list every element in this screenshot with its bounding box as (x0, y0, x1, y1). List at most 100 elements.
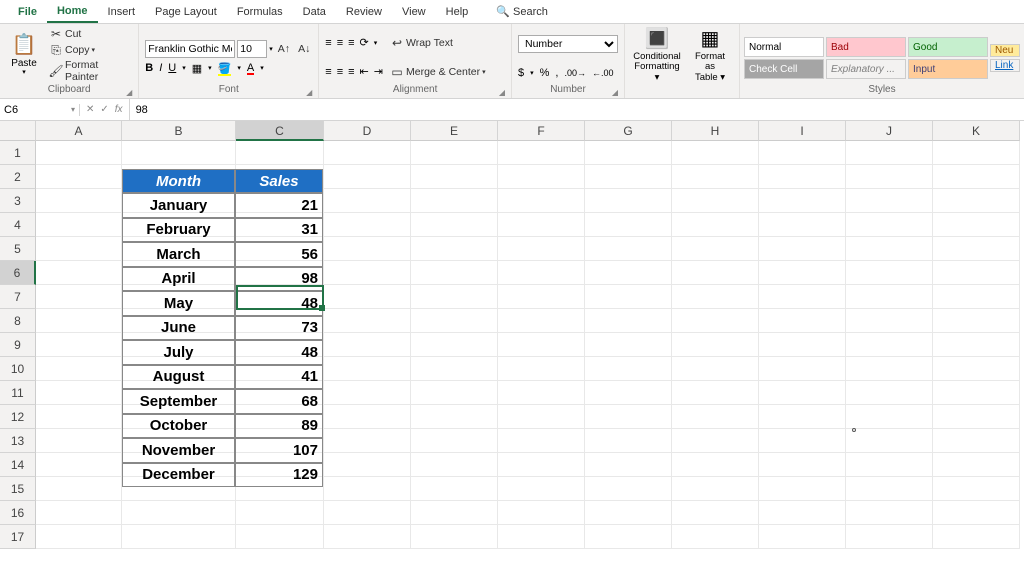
cell[interactable] (585, 381, 672, 405)
cell[interactable] (585, 429, 672, 453)
cell[interactable] (846, 453, 933, 477)
cell-sales[interactable]: 31 (235, 218, 323, 243)
col-header-C[interactable]: C (236, 121, 324, 141)
cell[interactable] (585, 453, 672, 477)
number-format-selector[interactable]: Number (518, 35, 618, 53)
cell[interactable] (36, 189, 122, 213)
cell-sales[interactable]: 48 (235, 291, 323, 316)
row-header[interactable]: 13 (0, 429, 36, 453)
cell[interactable] (324, 477, 411, 501)
cell[interactable] (933, 357, 1020, 381)
cell[interactable] (498, 165, 585, 189)
cell-month[interactable]: May (122, 291, 235, 316)
cell-month[interactable]: March (122, 242, 235, 267)
cell[interactable] (36, 453, 122, 477)
cell[interactable] (759, 357, 846, 381)
align-center-button[interactable]: ≡ (337, 66, 343, 78)
decrease-indent-button[interactable]: ⇤ (360, 65, 369, 78)
cell[interactable] (122, 501, 236, 525)
currency-button[interactable]: $ (518, 67, 524, 79)
style-explanatory[interactable]: Explanatory ... (826, 59, 906, 79)
tab-help[interactable]: Help (436, 2, 479, 22)
cell[interactable] (36, 477, 122, 501)
cell-month[interactable]: September (122, 389, 235, 414)
copy-button[interactable]: ⎘Copy▾ (46, 42, 132, 58)
row-header[interactable]: 1 (0, 141, 36, 165)
cell[interactable] (585, 477, 672, 501)
percent-button[interactable]: % (540, 67, 550, 79)
cell[interactable] (759, 453, 846, 477)
style-normal[interactable]: Normal (744, 37, 824, 57)
cell[interactable] (498, 309, 585, 333)
cell[interactable] (672, 285, 759, 309)
cell[interactable] (759, 501, 846, 525)
cell[interactable] (236, 525, 324, 549)
cell[interactable] (933, 285, 1020, 309)
cell[interactable] (36, 405, 122, 429)
cell[interactable] (846, 501, 933, 525)
cell[interactable] (585, 501, 672, 525)
cell[interactable] (411, 333, 498, 357)
style-input[interactable]: Input (908, 59, 988, 79)
cell[interactable] (36, 285, 122, 309)
cell[interactable] (933, 165, 1020, 189)
cell[interactable] (498, 501, 585, 525)
cell[interactable] (846, 477, 933, 501)
cell[interactable] (846, 381, 933, 405)
cell[interactable] (498, 477, 585, 501)
cell-sales[interactable]: 98 (235, 267, 323, 292)
cell-sales[interactable]: 68 (235, 389, 323, 414)
cell[interactable] (498, 141, 585, 165)
cell[interactable] (759, 309, 846, 333)
cell[interactable] (498, 333, 585, 357)
cell[interactable] (324, 309, 411, 333)
cell-sales[interactable]: 48 (235, 340, 323, 365)
dialog-launcher-icon[interactable]: ◢ (612, 88, 618, 97)
conditional-formatting-button[interactable]: 🔳 ConditionalFormatting ▾ (629, 26, 685, 85)
col-header-I[interactable]: I (759, 121, 846, 141)
cell[interactable] (585, 189, 672, 213)
cell-month[interactable]: December (122, 463, 235, 488)
cell[interactable] (411, 261, 498, 285)
style-check-cell[interactable]: Check Cell (744, 59, 824, 79)
cell[interactable] (933, 477, 1020, 501)
tab-page-layout[interactable]: Page Layout (145, 2, 227, 22)
cell[interactable] (585, 237, 672, 261)
cell[interactable] (36, 141, 122, 165)
cell[interactable] (759, 477, 846, 501)
cell[interactable] (411, 429, 498, 453)
cell[interactable] (36, 429, 122, 453)
orientation-button[interactable]: ⟳ (360, 36, 369, 49)
cell[interactable] (498, 189, 585, 213)
cell[interactable] (411, 525, 498, 549)
col-header-D[interactable]: D (324, 121, 411, 141)
col-header-B[interactable]: B (122, 121, 236, 141)
search-button[interactable]: 🔍 Search (478, 1, 558, 22)
cell[interactable] (324, 333, 411, 357)
cell[interactable] (411, 189, 498, 213)
cell[interactable] (498, 453, 585, 477)
cell[interactable] (498, 405, 585, 429)
cell[interactable] (585, 213, 672, 237)
cell[interactable] (933, 309, 1020, 333)
cell[interactable] (672, 525, 759, 549)
cell[interactable] (411, 357, 498, 381)
col-header-E[interactable]: E (411, 121, 498, 141)
cell[interactable] (846, 237, 933, 261)
cell[interactable] (411, 381, 498, 405)
cell[interactable] (759, 141, 846, 165)
cell[interactable] (846, 285, 933, 309)
cell[interactable] (933, 525, 1020, 549)
cell[interactable] (498, 381, 585, 405)
cell[interactable] (759, 237, 846, 261)
cell[interactable] (585, 525, 672, 549)
row-header[interactable]: 3 (0, 189, 36, 213)
style-neutral[interactable]: Neu (990, 44, 1020, 57)
cell[interactable] (36, 213, 122, 237)
cancel-icon[interactable]: ✕ (86, 104, 94, 115)
cell[interactable] (672, 381, 759, 405)
row-header[interactable]: 10 (0, 357, 36, 381)
tab-data[interactable]: Data (293, 2, 336, 22)
align-bottom-button[interactable]: ≡ (348, 37, 354, 49)
cell[interactable] (411, 165, 498, 189)
